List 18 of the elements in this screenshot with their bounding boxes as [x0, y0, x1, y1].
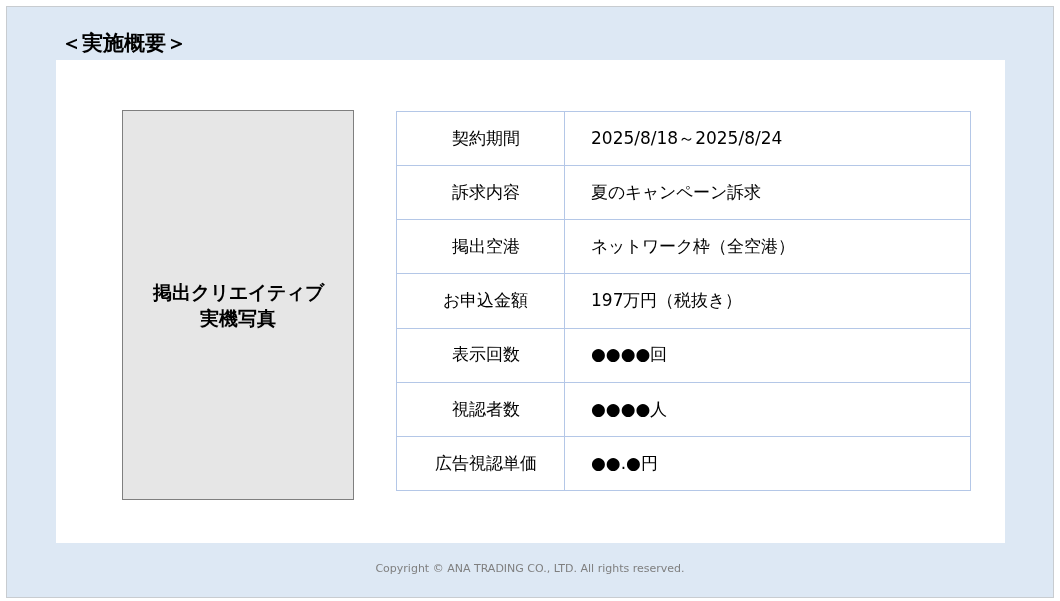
label-cell: 表示回数: [397, 328, 565, 382]
slide-heading: ＜実施概要＞: [61, 30, 188, 57]
value-cell-text: 197万円（税抜き）: [590, 289, 744, 313]
value-cell-text: ●●.●円: [590, 451, 659, 475]
placeholder-label: 実機写真: [200, 306, 276, 331]
label-cell: 視認者数: [397, 382, 565, 436]
label-cell: 訴求内容: [397, 166, 565, 220]
value-cell-text: 夏のキャンペーン訴求: [590, 180, 762, 204]
value-cell-text: 2025/8/18～2025/8/24: [590, 126, 784, 150]
value-cell-text: ●●●●回: [590, 343, 669, 367]
value-cell-text: ネットワーク枠（全空港）: [590, 235, 796, 259]
label-cell: 掲出空港: [397, 220, 565, 274]
label-cell: 広告視認単価: [397, 436, 565, 490]
placeholder-label: 掲出クリエイティブ: [152, 280, 324, 305]
label-cell: お申込金額: [397, 274, 565, 328]
label-cell: 契約期間: [397, 112, 565, 166]
value-cell-text: ●●●●人: [590, 397, 669, 421]
copyright-text: Copyright © ANA TRADING CO., LTD. All rights reserved.: [375, 561, 685, 577]
